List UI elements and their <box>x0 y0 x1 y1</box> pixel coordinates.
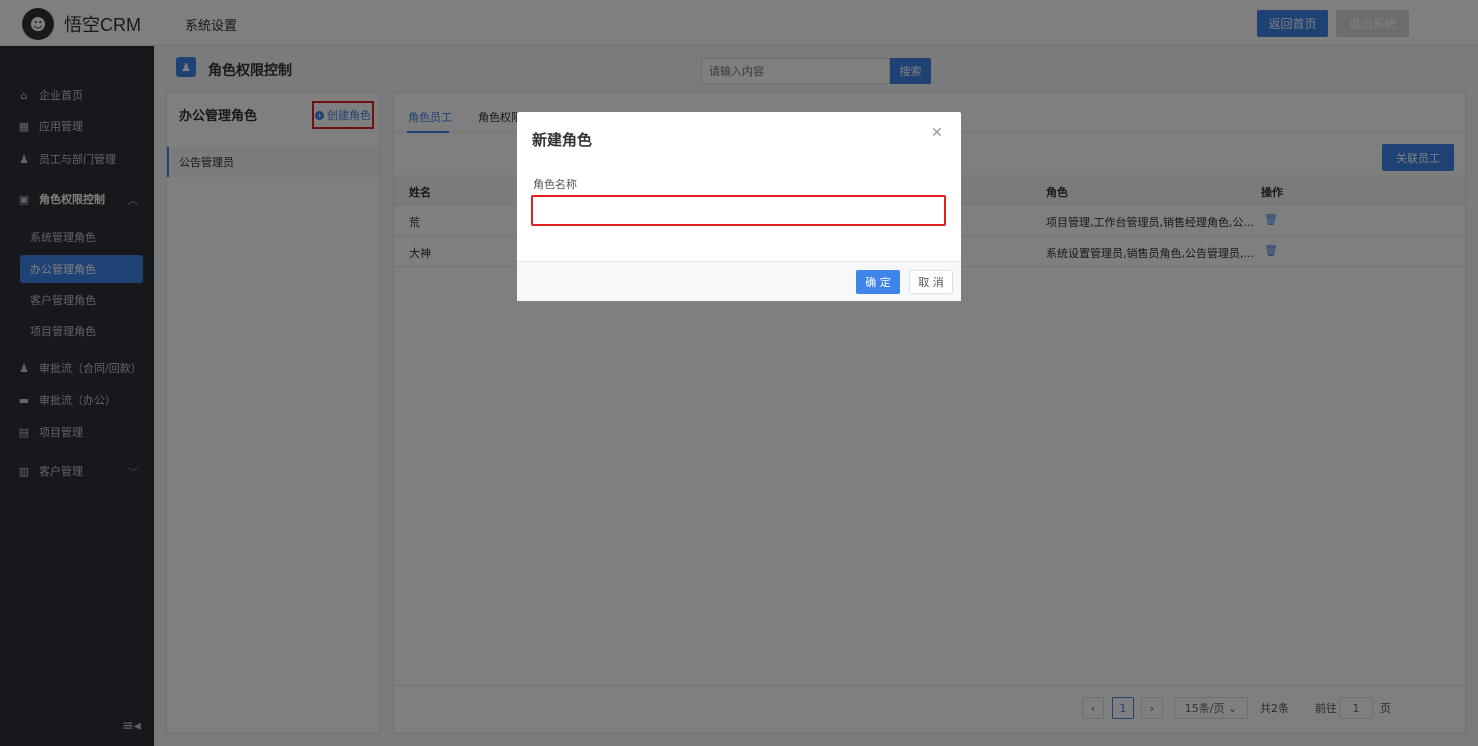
dialog-footer: 确 定 取 消 <box>517 261 961 301</box>
confirm-button[interactable]: 确 定 <box>856 270 900 294</box>
cancel-button[interactable]: 取 消 <box>909 270 953 294</box>
close-icon[interactable]: ✕ <box>931 125 943 141</box>
role-name-label: 角色名称 <box>533 178 577 191</box>
role-name-input[interactable] <box>531 195 946 226</box>
dialog-title: 新建角色 <box>532 131 593 149</box>
new-role-dialog: 新建角色 ✕ 角色名称 确 定 取 消 <box>517 112 961 301</box>
